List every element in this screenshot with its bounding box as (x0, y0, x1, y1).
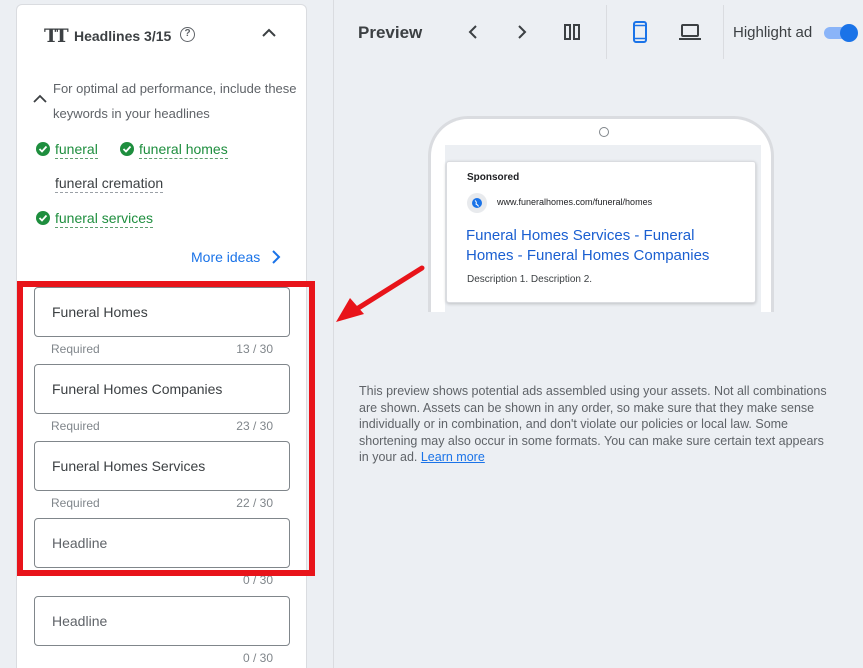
collapse-tip-icon[interactable] (31, 90, 49, 108)
toolbar-separator (606, 5, 607, 59)
ad-description: Description 1. Description 2. (467, 274, 593, 285)
text-size-icon: TT (44, 25, 69, 47)
globe-icon (467, 193, 487, 213)
ad-preview-card: Sponsored www.funeralhomes.com/funeral/h… (446, 161, 756, 303)
more-ideas-link[interactable]: More ideas (191, 249, 260, 265)
highlight-ad-toggle[interactable] (822, 24, 858, 42)
ad-display-url: www.funeralhomes.com/funeral/homes (497, 197, 653, 207)
preview-title: Preview (358, 23, 423, 42)
learn-more-link[interactable]: Learn more (421, 450, 485, 464)
highlight-annotation-box (17, 281, 315, 576)
headline-input[interactable]: Headline (34, 596, 290, 646)
check-icon (36, 211, 50, 225)
keyword-chip[interactable]: funeral homes (139, 141, 228, 159)
next-icon[interactable] (510, 20, 534, 44)
preview-disclaimer: This preview shows potential ads assembl… (359, 383, 837, 466)
keyword-chip[interactable]: funeral services (55, 210, 154, 228)
highlight-ad-label: Highlight ad (733, 24, 813, 41)
check-icon (36, 142, 50, 156)
headlines-title: Headlines 3/15 (74, 28, 172, 44)
chevron-right-icon[interactable] (269, 248, 283, 266)
columns-view-icon[interactable] (560, 20, 584, 44)
help-icon[interactable]: ? (180, 27, 195, 42)
keyword-tip: For optimal ad performance, include thes… (53, 81, 297, 121)
toggle-knob (840, 24, 858, 42)
ad-headline: Funeral Homes Services - Funeral Homes -… (466, 227, 710, 264)
toolbar-separator (723, 5, 724, 59)
panel-divider (333, 0, 334, 668)
desktop-device-icon[interactable] (678, 20, 702, 44)
char-count: 0 / 30 (242, 651, 273, 665)
check-icon (120, 142, 134, 156)
sponsored-label: Sponsored (467, 172, 520, 183)
previous-icon[interactable] (461, 20, 485, 44)
keyword-chip[interactable]: funeral cremation (55, 175, 164, 193)
annotation-arrow-icon (336, 265, 425, 322)
headline-placeholder: Headline (52, 613, 108, 629)
keyword-chip[interactable]: funeral (55, 141, 98, 159)
chevron-up-icon[interactable] (257, 21, 281, 45)
mobile-device-icon[interactable] (628, 20, 652, 44)
phone-camera (599, 127, 609, 137)
